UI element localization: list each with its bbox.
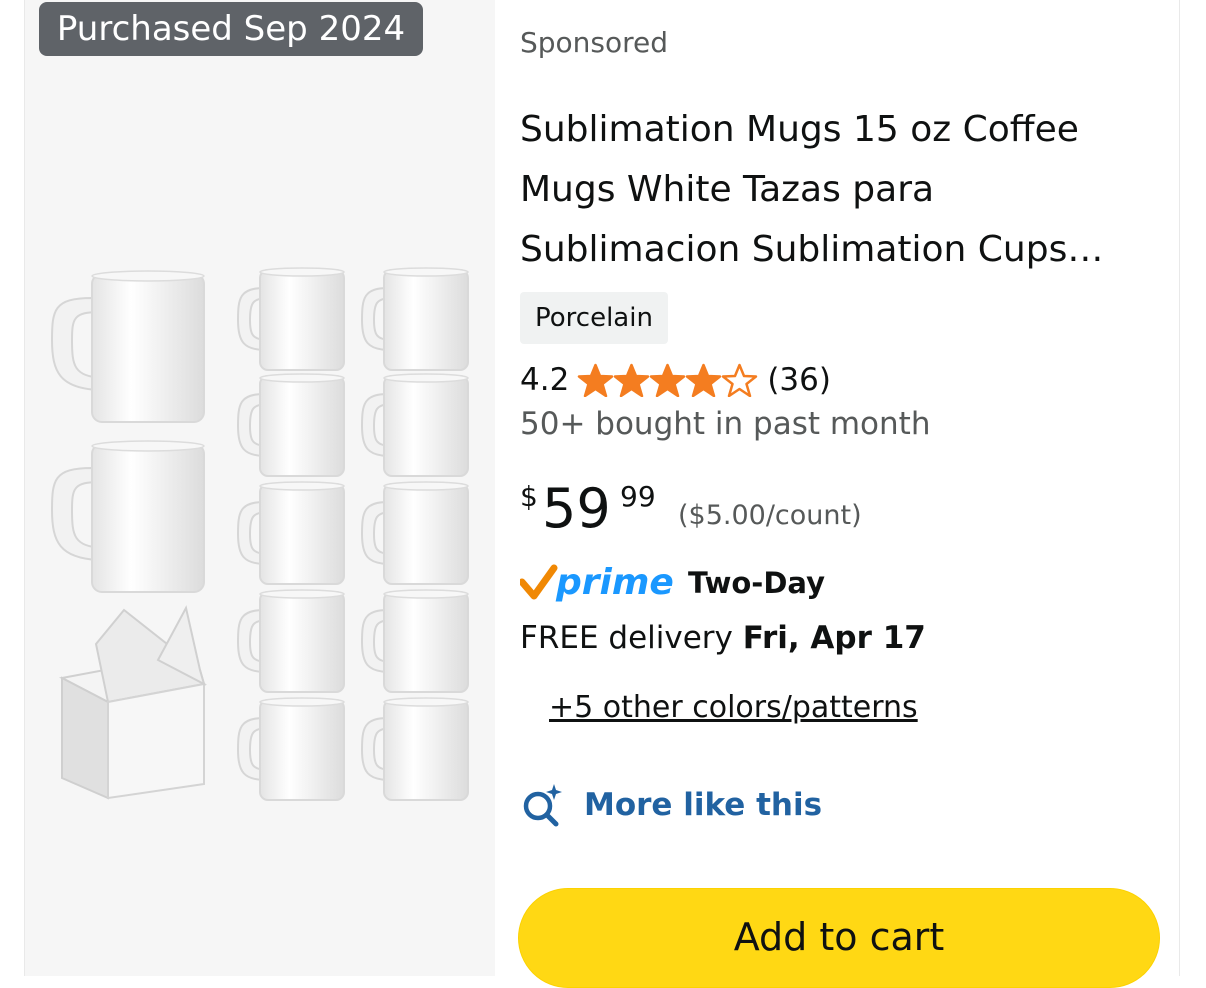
- star-rating[interactable]: [577, 363, 758, 397]
- svg-text:prime: prime: [555, 562, 674, 603]
- purchased-badge: Purchased Sep 2024: [39, 2, 423, 56]
- rating-row[interactable]: 4.2 (36): [520, 358, 831, 402]
- bought-in-past-month: 50+ bought in past month: [520, 406, 931, 442]
- rating-count[interactable]: (36): [767, 362, 831, 398]
- unit-price: ($5.00/count): [678, 500, 862, 531]
- delivery-date: Fri, Apr 17: [742, 620, 926, 656]
- price-whole: 59: [542, 477, 611, 540]
- price-symbol: $: [520, 480, 538, 513]
- more-like-this-label: More like this: [584, 787, 823, 823]
- more-like-this-button[interactable]: More like this: [520, 780, 822, 830]
- other-colors-link[interactable]: +5 other colors/patterns: [549, 690, 918, 725]
- product-title-line[interactable]: Sublimacion Sublimation Cups…: [520, 220, 1160, 280]
- sponsored-label: Sponsored: [520, 26, 669, 59]
- star-empty-icon: [722, 363, 758, 397]
- prime-delivery-speed: Two-Day: [688, 566, 825, 600]
- star-filled-icon: [686, 363, 722, 397]
- add-to-cart-button[interactable]: Add to cart: [518, 888, 1160, 988]
- star-filled-icon: [650, 363, 686, 397]
- prime-logo-icon: prime: [520, 562, 674, 603]
- delivery-info: FREE delivery Fri, Apr 17: [520, 620, 926, 656]
- rating-value: 4.2: [520, 362, 570, 398]
- delivery-prefix: FREE delivery: [520, 620, 733, 656]
- star-filled-icon: [614, 363, 650, 397]
- price-fraction: 99: [620, 480, 656, 513]
- prime-badge: prime Two-Day: [520, 558, 825, 608]
- product-title-line[interactable]: Mugs White Tazas para: [520, 160, 1160, 220]
- star-filled-icon: [578, 363, 614, 397]
- product-title[interactable]: Sublimation Mugs 15 oz Coffee Mugs White…: [520, 100, 1160, 280]
- material-chip: Porcelain: [520, 292, 668, 344]
- sparkle-search-icon: [523, 784, 562, 827]
- product-title-line[interactable]: Sublimation Mugs 15 oz Coffee: [520, 100, 1160, 160]
- product-image[interactable]: [40, 250, 490, 820]
